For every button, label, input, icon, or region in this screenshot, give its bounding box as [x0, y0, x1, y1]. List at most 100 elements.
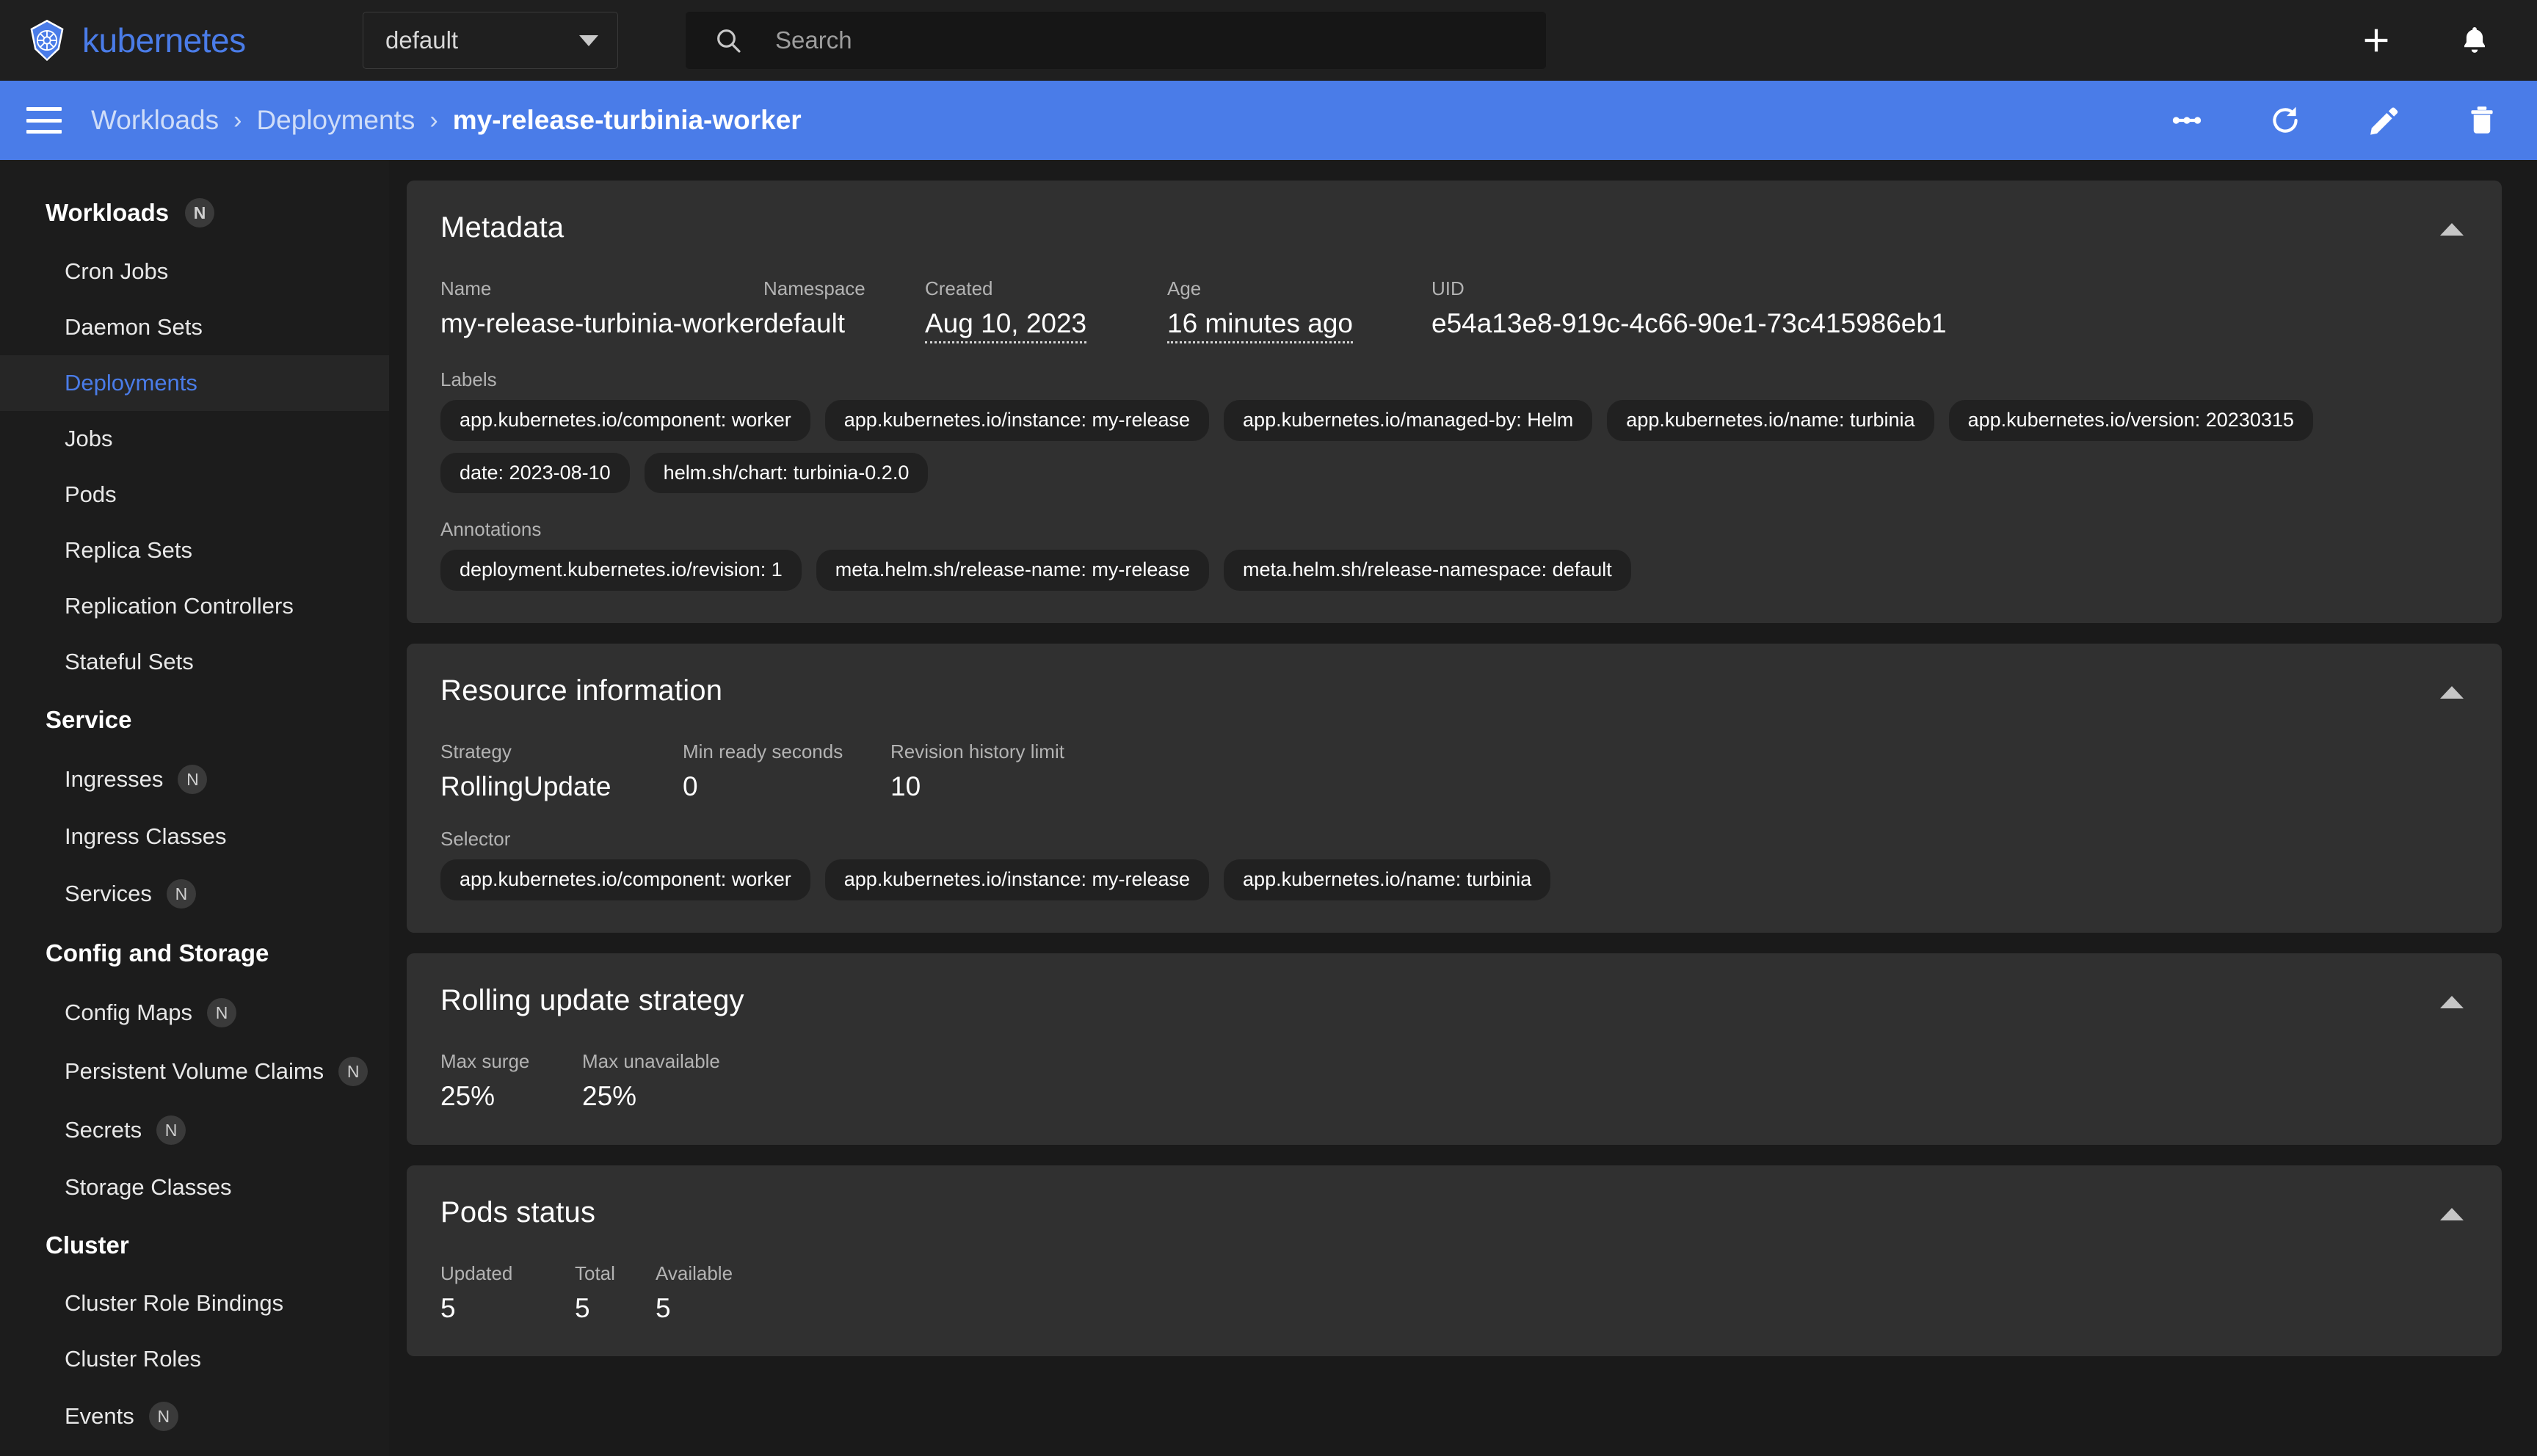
- namespaced-badge: N: [185, 198, 215, 228]
- pods-status-card: Pods status Updated 5 Total 5 Available …: [407, 1165, 2502, 1357]
- annotations-section-label: Annotations: [440, 518, 542, 541]
- field-label: Available: [656, 1262, 733, 1284]
- breadcrumb-item-workloads[interactable]: Workloads: [91, 105, 219, 136]
- resource-information-card-header: Resource information: [440, 644, 2468, 720]
- sidebar-item-cron-jobs[interactable]: Cron Jobs: [0, 244, 389, 299]
- breadcrumb-item-deployments[interactable]: Deployments: [256, 105, 415, 136]
- selector-chip-list: app.kubernetes.io/component: worker app.…: [440, 859, 2468, 900]
- page-body: Workloads N Cron Jobs Daemon Sets Deploy…: [0, 160, 2537, 1456]
- sidebar-item-label: Stateful Sets: [65, 649, 194, 674]
- chevron-up-icon[interactable]: [2440, 1207, 2464, 1220]
- sidebar-item-pods[interactable]: Pods: [0, 467, 389, 523]
- resource-information-fields: Strategy RollingUpdate Min ready seconds…: [440, 740, 2468, 803]
- field-value: 5: [656, 1292, 671, 1323]
- search-input[interactable]: [775, 26, 1518, 54]
- plus-icon: [2364, 29, 2388, 52]
- field-value: Aug 10, 2023: [925, 307, 1087, 343]
- delete-button[interactable]: [2459, 98, 2505, 143]
- annotation-chip: meta.helm.sh/release-namespace: default: [1223, 550, 1631, 592]
- field-label: Total: [575, 1262, 615, 1284]
- sidebar-group-label: Workloads: [46, 199, 170, 226]
- rolling-update-strategy-card: Rolling update strategy Max surge 25% Ma…: [407, 953, 2502, 1145]
- sidebar-item-cluster-role-bindings[interactable]: Cluster Role Bindings: [0, 1275, 389, 1331]
- search-box[interactable]: [686, 12, 1546, 69]
- selector-chip: app.kubernetes.io/name: turbinia: [1224, 859, 1551, 900]
- sidebar-item-ingresses[interactable]: Ingresses N: [0, 750, 389, 809]
- sidebar-item-label: Daemon Sets: [65, 314, 203, 340]
- chevron-up-icon[interactable]: [2440, 995, 2464, 1008]
- label-chip: helm.sh/chart: turbinia-0.2.0: [644, 452, 929, 494]
- resource-information-card: Resource information Strategy RollingUpd…: [407, 644, 2502, 933]
- label-chip: app.kubernetes.io/managed-by: Helm: [1224, 399, 1593, 441]
- field-label: Revision history limit: [890, 740, 1064, 763]
- chevron-up-icon[interactable]: [2440, 223, 2464, 236]
- metadata-field-age: Age 16 minutes ago: [1167, 277, 1431, 343]
- field-max-unavailable: Max unavailable 25%: [582, 1050, 720, 1113]
- sidebar-item-cluster-roles[interactable]: Cluster Roles: [0, 1331, 389, 1387]
- sidebar-item-namespaces[interactable]: Namespaces: [0, 1446, 389, 1456]
- sidebar-item-replica-sets[interactable]: Replica Sets: [0, 523, 389, 578]
- pods-status-card-title: Pods status: [440, 1195, 596, 1228]
- namespace-selector[interactable]: default: [363, 12, 618, 69]
- sidebar-item-label: Cron Jobs: [65, 258, 169, 284]
- sidebar: Workloads N Cron Jobs Daemon Sets Deploy…: [0, 160, 389, 1456]
- labels-chip-list: app.kubernetes.io/component: worker app.…: [440, 399, 2468, 494]
- selector-section-label: Selector: [440, 827, 511, 850]
- chevron-up-icon[interactable]: [2440, 686, 2464, 699]
- sidebar-item-label: Ingress Classes: [65, 823, 227, 849]
- field-label: Created: [925, 277, 993, 299]
- field-value: 25%: [440, 1080, 496, 1111]
- brand[interactable]: kubernetes: [25, 18, 357, 62]
- sidebar-item-label: Replica Sets: [65, 537, 193, 563]
- sidebar-group-cluster: Cluster: [0, 1215, 389, 1275]
- sidebar-group-service: Service: [0, 690, 389, 750]
- field-available: Available 5: [656, 1262, 733, 1325]
- metadata-field-created: Created Aug 10, 2023: [925, 277, 1167, 343]
- sidebar-group-label: Service: [46, 706, 132, 733]
- field-value: RollingUpdate: [440, 771, 611, 802]
- sidebar-item-daemon-sets[interactable]: Daemon Sets: [0, 299, 389, 355]
- rolling-update-strategy-card-title: Rolling update strategy: [440, 983, 744, 1016]
- refresh-button[interactable]: [2262, 98, 2308, 143]
- field-value: e54a13e8-919c-4c66-90e1-73c415986eb1: [1431, 308, 1947, 339]
- label-chip: app.kubernetes.io/version: 20230315: [1948, 399, 2313, 441]
- field-label: Max surge: [440, 1049, 530, 1072]
- sidebar-item-label: Ingresses: [65, 766, 164, 792]
- field-revision-history-limit: Revision history limit 10: [890, 740, 1064, 803]
- sidebar-item-events[interactable]: Events N: [0, 1387, 389, 1446]
- more-actions-button[interactable]: [2164, 98, 2210, 143]
- sidebar-item-label: Services: [65, 881, 152, 906]
- search-icon: [717, 29, 741, 53]
- sidebar-item-ingress-classes[interactable]: Ingress Classes: [0, 809, 389, 864]
- metadata-field-uid: UID e54a13e8-919c-4c66-90e1-73c415986eb1: [1431, 277, 1947, 340]
- trash-icon: [2471, 106, 2493, 134]
- sidebar-item-label: Pods: [65, 481, 117, 507]
- annotations-chip-list: deployment.kubernetes.io/revision: 1 met…: [440, 550, 2468, 592]
- edit-button[interactable]: [2361, 98, 2406, 143]
- brand-title: kubernetes: [82, 21, 246, 59]
- sidebar-item-deployments[interactable]: Deployments: [0, 355, 389, 411]
- sidebar-item-persistent-volume-claims[interactable]: Persistent Volume Claims N: [0, 1042, 389, 1101]
- more-horizontal-icon: [2172, 117, 2202, 124]
- sidebar-item-jobs[interactable]: Jobs: [0, 411, 389, 467]
- sidebar-item-storage-classes[interactable]: Storage Classes: [0, 1160, 389, 1215]
- sidebar-group-label: Config and Storage: [46, 939, 269, 967]
- field-label: Namespace: [763, 277, 865, 299]
- create-button[interactable]: [2353, 18, 2399, 63]
- sidebar-item-config-maps[interactable]: Config Maps N: [0, 983, 389, 1042]
- sidebar-item-replication-controllers[interactable]: Replication Controllers: [0, 578, 389, 634]
- resource-information-card-title: Resource information: [440, 674, 723, 707]
- namespace-selector-value: default: [385, 26, 459, 54]
- bell-icon: [2464, 26, 2485, 53]
- breadcrumb-actions: [2164, 98, 2505, 143]
- hamburger-menu-icon[interactable]: [26, 107, 62, 134]
- field-value: default: [763, 308, 846, 339]
- sidebar-item-stateful-sets[interactable]: Stateful Sets: [0, 634, 389, 690]
- field-label: UID: [1431, 277, 1465, 299]
- notifications-button[interactable]: [2452, 18, 2497, 63]
- field-value: 16 minutes ago: [1167, 307, 1354, 343]
- sidebar-item-label: Jobs: [65, 426, 113, 451]
- sidebar-item-secrets[interactable]: Secrets N: [0, 1101, 389, 1160]
- breadcrumb-separator: ›: [429, 106, 438, 134]
- sidebar-item-services[interactable]: Services N: [0, 864, 389, 923]
